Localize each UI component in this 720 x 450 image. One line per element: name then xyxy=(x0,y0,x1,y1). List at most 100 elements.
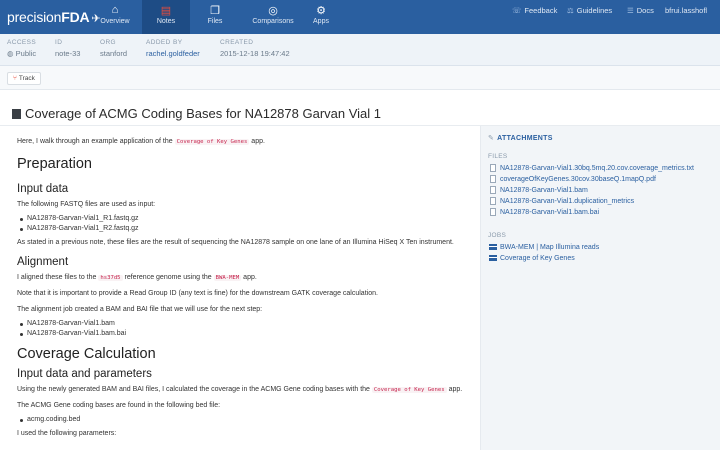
meta-org: ORG stanford xyxy=(100,39,127,58)
list-item: acmg.coding.bed xyxy=(17,415,464,425)
apps-icon: ⚙ xyxy=(316,5,326,17)
tab-overview-label: Overview xyxy=(100,18,130,25)
attachment-file-link[interactable]: NA12878-Garvan-Vial1.bam.bai xyxy=(488,207,713,218)
nav-docs-label: Docs xyxy=(636,6,654,15)
note-title: Coverage of ACMG Coding Bases for NA1287… xyxy=(12,106,381,121)
jobs-section-label: JOBS xyxy=(488,232,507,239)
feedback-icon: ☏ xyxy=(512,6,522,15)
track-icon: ⑂ xyxy=(13,75,17,82)
bed-intro: The ACMG Gene coding bases are found in … xyxy=(17,402,221,409)
note-title-text: Coverage of ACMG Coding Bases for NA1287… xyxy=(25,106,382,121)
fastq-note: As stated in a previous note, these file… xyxy=(17,239,454,246)
note-meta-bar: ACCESS ◍ Public ID note-33 ORG stanford … xyxy=(0,34,720,66)
meta-added-by-link[interactable]: rachel.goldfeder xyxy=(146,49,200,58)
tab-apps[interactable]: ⚙ Apps xyxy=(297,0,345,34)
file-icon xyxy=(490,208,496,216)
attachment-file-name: NA12878-Garvan-Vial1.30bq.5mq.20.cov.cov… xyxy=(500,165,694,172)
meta-access-text: Public xyxy=(15,49,37,58)
attachments-heading: ✎ ATTACHMENTS xyxy=(488,134,713,142)
heading-input-data: Input data xyxy=(17,183,69,195)
fastq-list: NA12878-Garvan-Vial1_R1.fastq.gz NA12878… xyxy=(17,214,464,234)
attachment-file-name: coverageOfKeyGenes.30cov.30baseQ.1mapQ.p… xyxy=(500,176,656,183)
attachment-job-name: Coverage of Key Genes xyxy=(500,255,575,262)
note-icon xyxy=(12,109,21,119)
nav-guidelines-label: Guidelines xyxy=(576,6,613,15)
meta-org-label: ORG xyxy=(100,39,117,46)
align-text-mid: reference genome using the xyxy=(124,274,212,281)
cov-text-pre: Using the newly generated BAM and BAI fi… xyxy=(17,386,370,393)
meta-created: CREATED 2015-12-18 19:47:42 xyxy=(220,39,290,58)
note-content: Here, I walk through an example applicat… xyxy=(0,126,481,450)
nav-guidelines-link[interactable]: ⚖ Guidelines xyxy=(567,6,612,15)
attachment-file-link[interactable]: NA12878-Garvan-Vial1.bam xyxy=(488,185,713,196)
track-button[interactable]: ⑂ Track xyxy=(7,72,41,85)
files-icon: ❐ xyxy=(210,5,220,17)
intro-text-post: app. xyxy=(251,138,265,145)
files-section-label: FILES xyxy=(488,153,508,160)
user-menu[interactable]: bfrui.lasshofl xyxy=(665,6,707,15)
coverage-paragraph: Using the newly generated BAM and BAI fi… xyxy=(17,385,464,395)
list-item: NA12878-Garvan-Vial1.bam.bai xyxy=(17,329,464,339)
intro-code: Coverage of Key Genes xyxy=(174,139,250,145)
nav-feedback-link[interactable]: ☏ Feedback xyxy=(512,6,557,15)
list-item: NA12878-Garvan-Vial1_R2.fastq.gz xyxy=(17,224,464,234)
tab-comparisons[interactable]: ◎ Comparisons xyxy=(243,0,303,34)
file-icon xyxy=(490,175,496,183)
align-output-intro: The alignment job created a BAM and BAI … xyxy=(17,306,263,313)
meta-access-value: ◍ Public xyxy=(7,49,36,58)
attachment-job-link[interactable]: Coverage of Key Genes xyxy=(488,253,713,264)
track-button-label: Track xyxy=(18,75,35,82)
params-intro: I used the following parameters: xyxy=(17,430,117,437)
brand-logo[interactable]: precisionFDA ✈ xyxy=(7,9,101,25)
cov-text-post: app. xyxy=(448,386,463,393)
file-icon xyxy=(490,197,496,205)
brand-light-text: precision xyxy=(7,9,62,25)
meta-id: ID note-33 xyxy=(55,39,80,58)
align-text-pre: I aligned these files to the xyxy=(17,274,97,281)
meta-org-value: stanford xyxy=(100,49,128,58)
meta-id-value: note-33 xyxy=(55,49,81,58)
bed-list: acmg.coding.bed xyxy=(17,415,464,425)
align-code-reference: hs37d5 xyxy=(98,275,123,281)
attachments-sidebar: ✎ ATTACHMENTS FILES NA12878-Garvan-Vial1.… xyxy=(481,126,720,450)
heading-preparation: Preparation xyxy=(17,156,92,172)
align-output-list: NA12878-Garvan-Vial1.bam NA12878-Garvan-… xyxy=(17,319,464,339)
tab-notes-label: Notes xyxy=(156,18,176,25)
attachment-file-link[interactable]: NA12878-Garvan-Vial1.30bq.5mq.20.cov.cov… xyxy=(488,163,713,174)
readgroup-note: Note that it is important to provide a R… xyxy=(17,290,378,297)
meta-created-value: 2015-12-18 19:47:42 xyxy=(220,49,290,58)
list-item: NA12878-Garvan-Vial1.bam xyxy=(17,319,464,329)
file-icon xyxy=(490,164,496,172)
nav-docs-link[interactable]: ☰ Docs xyxy=(627,6,654,15)
list-item: NA12878-Garvan-Vial1_R1.fastq.gz xyxy=(17,214,464,224)
meta-added-by: ADDED BY rachel.goldfeder xyxy=(146,39,200,58)
tab-apps-label: Apps xyxy=(313,18,329,25)
heading-coverage-calculation: Coverage Calculation xyxy=(17,346,156,362)
attachment-job-link[interactable]: BWA-MEM | Map Illumina reads xyxy=(488,242,713,253)
attachment-file-link[interactable]: NA12878-Garvan-Vial1.duplication_metrics xyxy=(488,196,713,207)
brand-bold-text: FDA xyxy=(61,9,90,25)
attachment-file-name: NA12878-Garvan-Vial1.duplication_metrics xyxy=(500,198,635,205)
tab-notes[interactable]: ▤ Notes xyxy=(142,0,190,34)
attachment-job-name: BWA-MEM | Map Illumina reads xyxy=(500,244,600,251)
align-text-post: app. xyxy=(243,274,257,281)
guidelines-icon: ⚖ xyxy=(567,6,574,15)
job-icon xyxy=(489,244,497,250)
home-icon: ⌂ xyxy=(111,4,119,16)
globe-icon: ◍ xyxy=(7,49,16,58)
heading-alignment: Alignment xyxy=(17,256,69,268)
intro-text-pre: Here, I walk through an example applicat… xyxy=(17,138,173,145)
tab-files-label: Files xyxy=(207,18,223,25)
paperclip-icon: ✎ xyxy=(488,135,495,142)
meta-added-by-label: ADDED BY xyxy=(146,39,183,46)
user-name: bfrui.lasshofl xyxy=(665,6,708,15)
attachment-file-link[interactable]: coverageOfKeyGenes.30cov.30baseQ.1mapQ.p… xyxy=(488,174,713,185)
tab-files[interactable]: ❐ Files xyxy=(191,0,239,34)
cov-code: Coverage of Key Genes xyxy=(371,387,447,393)
tab-overview[interactable]: ⌂ Overview xyxy=(91,0,139,34)
intro-paragraph: Here, I walk through an example applicat… xyxy=(17,137,464,147)
nav-feedback-label: Feedback xyxy=(524,6,558,15)
meta-id-label: ID xyxy=(55,39,63,46)
job-icon xyxy=(489,255,497,261)
tab-comparisons-label: Comparisons xyxy=(252,18,294,25)
